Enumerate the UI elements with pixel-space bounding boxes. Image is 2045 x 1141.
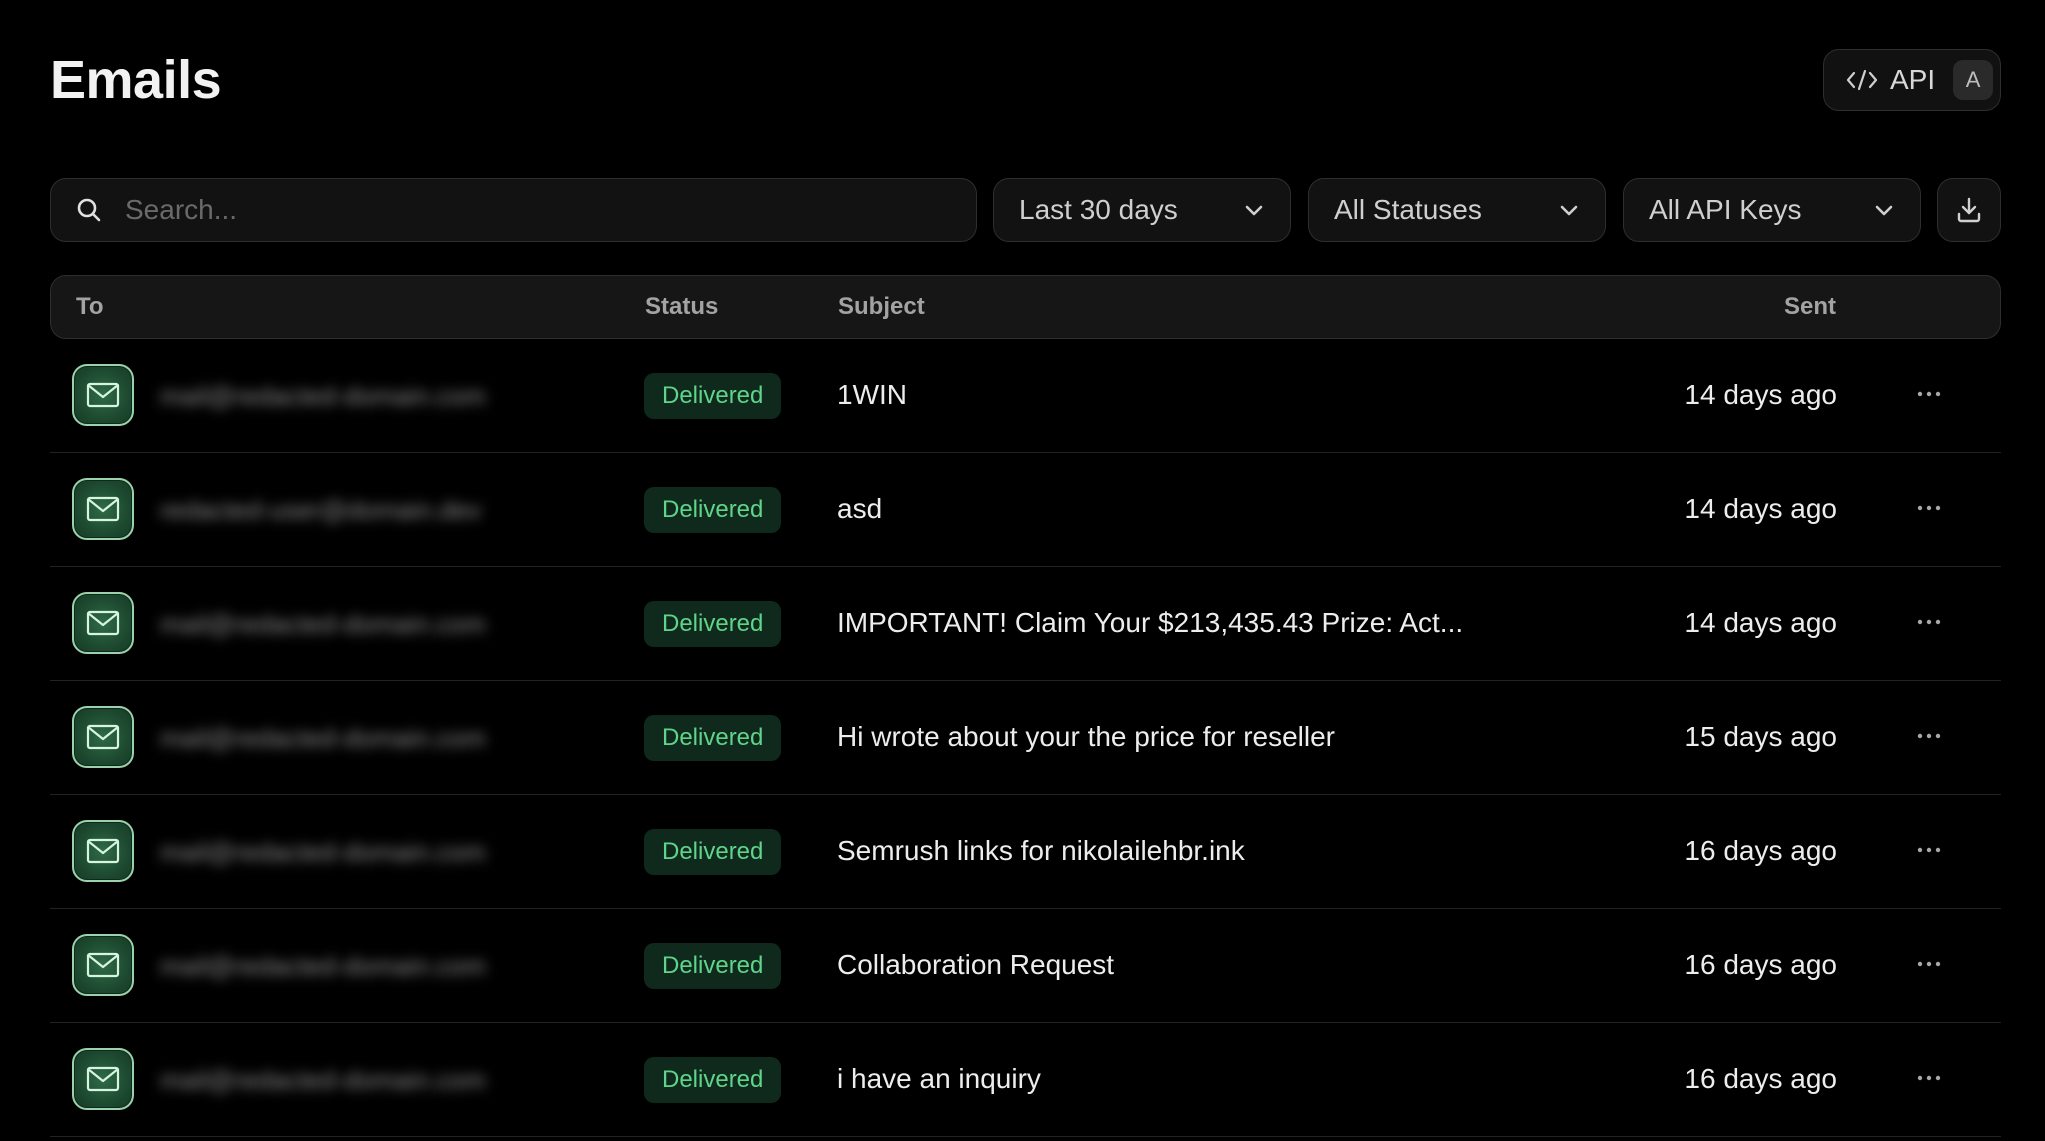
download-button[interactable] <box>1937 178 2001 242</box>
status-badge: Delivered <box>644 487 782 533</box>
status-badge: Delivered <box>644 1057 782 1103</box>
email-subject[interactable]: IMPORTANT! Claim Your $213,435.43 Prize:… <box>837 605 1463 641</box>
chevron-down-icon <box>1875 205 1893 216</box>
table-body: mail@redacted-domain.com Delivered 1WIN … <box>50 339 2001 1137</box>
code-icon <box>1846 69 1878 91</box>
api-keys-filter-value: All API Keys <box>1649 194 1802 225</box>
table-row[interactable]: mail@redacted-domain.com Delivered 1WIN … <box>50 339 2001 453</box>
more-options-button[interactable] <box>1909 716 1949 756</box>
email-subject[interactable]: 1WIN <box>837 377 907 413</box>
email-subject[interactable]: Semrush links for nikolailehbr.ink <box>837 833 1245 869</box>
more-options-button[interactable] <box>1909 374 1949 414</box>
api-button-label: API <box>1890 64 1936 95</box>
recipient-email: mail@redacted-domain.com <box>160 951 486 981</box>
ellipsis-icon <box>1917 733 1941 739</box>
chevron-down-icon <box>1245 205 1263 216</box>
date-range-value: Last 30 days <box>1019 194 1178 225</box>
table-row[interactable]: redacted-user@domain.dev Delivered asd 1… <box>50 453 2001 567</box>
mail-icon <box>72 478 134 540</box>
status-badge: Delivered <box>644 601 782 647</box>
ellipsis-icon <box>1917 391 1941 397</box>
table-header: To Status Subject Sent <box>50 275 2001 339</box>
column-header-subject: Subject <box>838 293 925 320</box>
table-row[interactable]: mail@redacted-domain.com Delivered Colla… <box>50 909 2001 1023</box>
chevron-down-icon <box>1560 205 1578 216</box>
sent-time: 16 days ago <box>1684 835 1837 866</box>
filter-bar: Last 30 days All Statuses All API Keys <box>50 178 2001 242</box>
page-title: Emails <box>50 50 222 110</box>
sent-time: 14 days ago <box>1684 607 1837 638</box>
api-keys-select[interactable]: All API Keys <box>1623 178 1921 242</box>
more-options-button[interactable] <box>1909 488 1949 528</box>
table-row[interactable]: mail@redacted-domain.com Delivered IMPOR… <box>50 567 2001 681</box>
email-subject[interactable]: Collaboration Request <box>837 947 1114 983</box>
mail-icon <box>72 820 134 882</box>
column-header-sent[interactable]: Sent <box>1784 276 1836 337</box>
mail-icon <box>72 706 134 768</box>
recipient-email: mail@redacted-domain.com <box>160 1065 486 1095</box>
search-box[interactable] <box>50 178 977 242</box>
sent-time: 16 days ago <box>1684 1063 1837 1094</box>
search-icon <box>77 198 101 222</box>
recipient-email: mail@redacted-domain.com <box>160 837 486 867</box>
sent-time: 16 days ago <box>1684 949 1837 980</box>
more-options-button[interactable] <box>1909 1058 1949 1098</box>
sent-time: 14 days ago <box>1684 493 1837 524</box>
email-subject[interactable]: asd <box>837 491 882 527</box>
mail-icon <box>72 364 134 426</box>
emails-page: Emails API A Last 30 days All Statuses <box>50 0 2001 1141</box>
ellipsis-icon <box>1917 505 1941 511</box>
api-shortcut-key: A <box>1953 60 1994 100</box>
recipient-email: mail@redacted-domain.com <box>160 723 486 753</box>
ellipsis-icon <box>1917 847 1941 853</box>
mail-icon <box>72 592 134 654</box>
status-select[interactable]: All Statuses <box>1308 178 1606 242</box>
email-subject[interactable]: i have an inquiry <box>837 1061 1041 1097</box>
column-header-status: Status <box>645 293 719 320</box>
status-badge: Delivered <box>644 715 782 761</box>
sent-time: 15 days ago <box>1684 721 1837 752</box>
sent-time: 14 days ago <box>1684 379 1837 410</box>
recipient-email: mail@redacted-domain.com <box>160 609 486 639</box>
mail-icon <box>72 1048 134 1110</box>
table-row[interactable]: mail@redacted-domain.com Delivered Semru… <box>50 795 2001 909</box>
more-options-button[interactable] <box>1909 830 1949 870</box>
column-header-to: To <box>76 293 104 320</box>
ellipsis-icon <box>1917 1075 1941 1081</box>
emails-table: To Status Subject Sent mail@redacted-dom… <box>50 275 2001 1137</box>
status-filter-value: All Statuses <box>1334 194 1482 225</box>
ellipsis-icon <box>1917 961 1941 967</box>
recipient-email: redacted-user@domain.dev <box>160 495 482 525</box>
date-range-select[interactable]: Last 30 days <box>993 178 1291 242</box>
table-row[interactable]: mail@redacted-domain.com Delivered i hav… <box>50 1023 2001 1137</box>
status-badge: Delivered <box>644 943 782 989</box>
more-options-button[interactable] <box>1909 944 1949 984</box>
more-options-button[interactable] <box>1909 602 1949 642</box>
ellipsis-icon <box>1917 619 1941 625</box>
api-button[interactable]: API A <box>1823 49 2001 111</box>
status-badge: Delivered <box>644 373 782 419</box>
status-badge: Delivered <box>644 829 782 875</box>
recipient-email: mail@redacted-domain.com <box>160 381 486 411</box>
search-input[interactable] <box>123 178 976 242</box>
table-row[interactable]: mail@redacted-domain.com Delivered Hi wr… <box>50 681 2001 795</box>
email-subject[interactable]: Hi wrote about your the price for resell… <box>837 719 1335 755</box>
mail-icon <box>72 934 134 996</box>
download-icon <box>1957 197 1981 223</box>
